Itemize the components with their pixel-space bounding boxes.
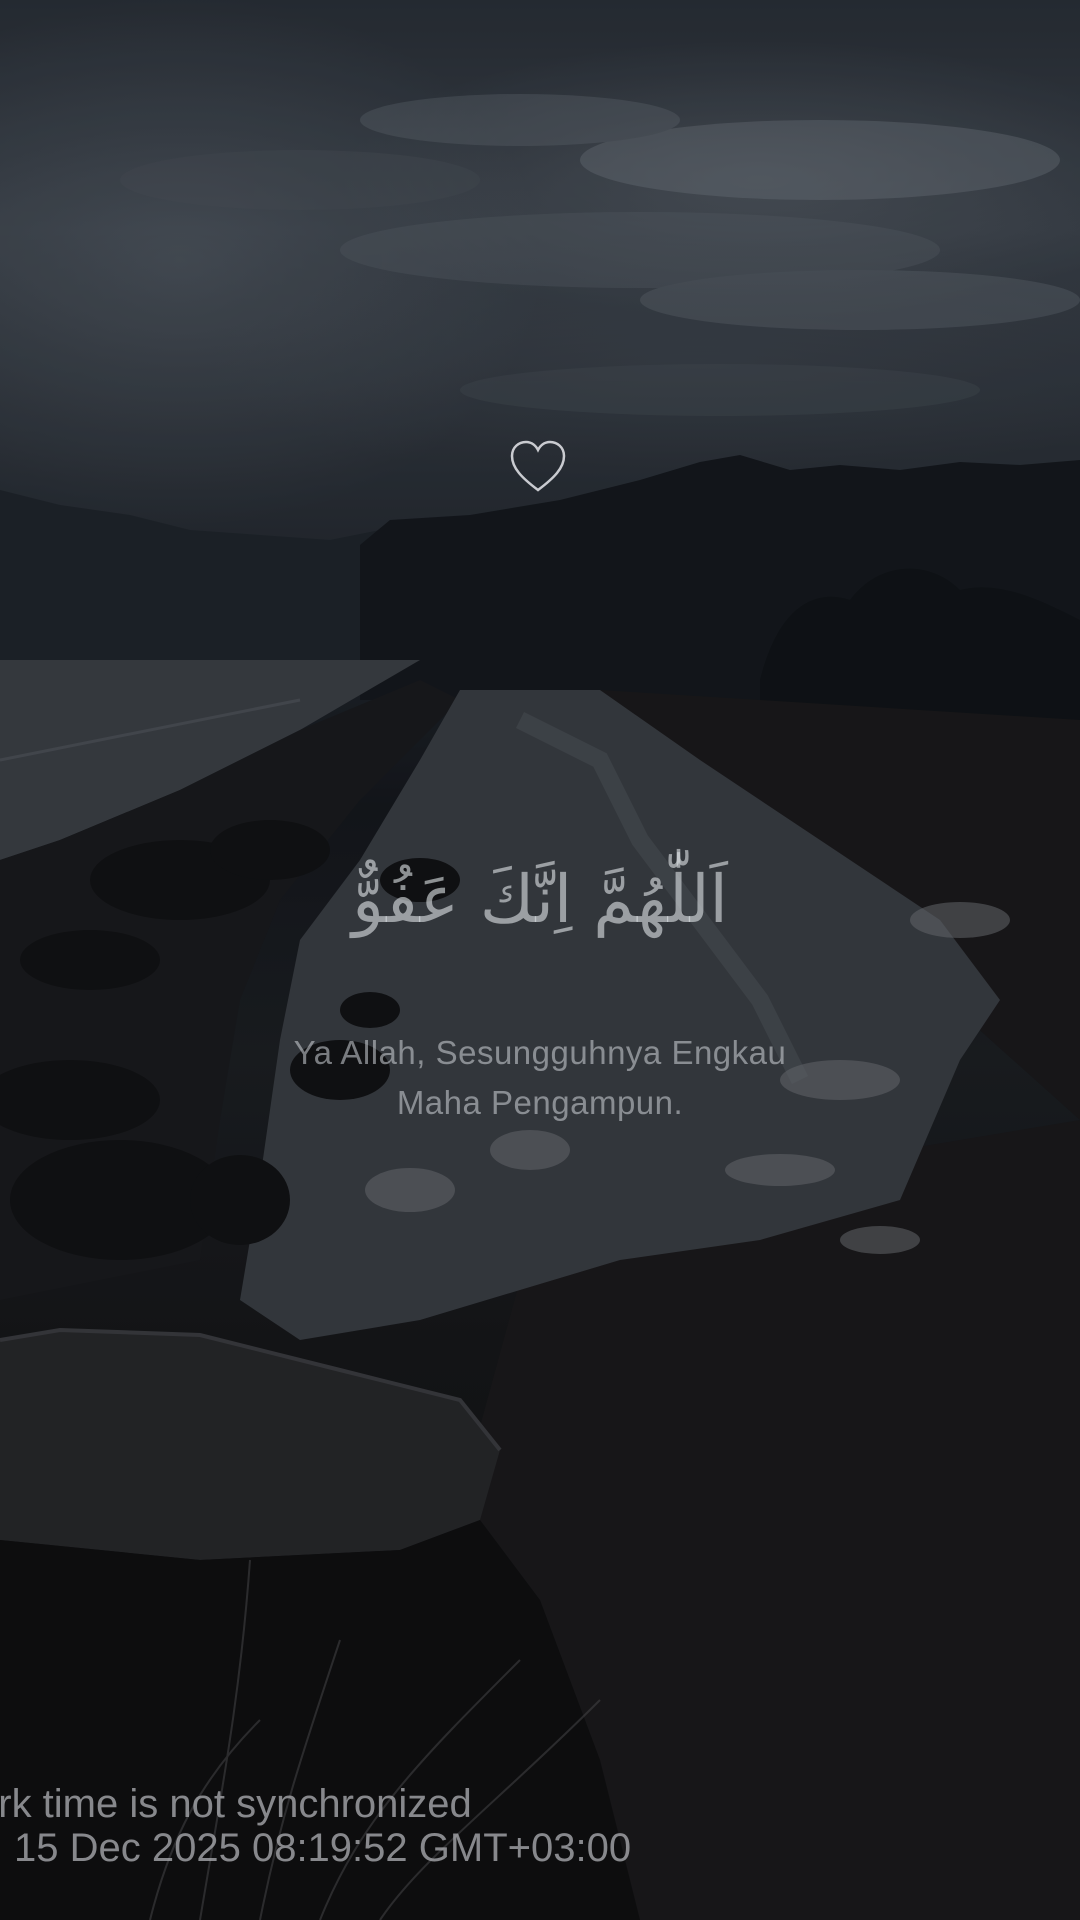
watermark-line-1: ork time is not synchronized <box>0 1782 472 1826</box>
translation-line-1: Ya Allah, Sesungguhnya Engkau <box>293 1034 787 1071</box>
watermark-line-2: 15 Dec 2025 08:19:52 GMT+03:00 <box>14 1826 632 1870</box>
dark-overlay <box>0 0 1080 1920</box>
photo-frame: اَللّٰهُمَّ اِنَّكَ عَفُوٌّ Ya Allah, Se… <box>0 0 1080 1920</box>
arabic-prayer-text: اَللّٰهُمَّ اِنَّكَ عَفُوٌّ <box>352 861 728 938</box>
camera-timestamp-watermark: ork time is not synchronized 15 Dec 2025… <box>0 1782 1076 1870</box>
translation-line-2: Maha Pengampun. <box>396 1083 684 1121</box>
prayer-translation: Ya Allah, Sesungguhnya Engkau Maha Penga… <box>160 1028 920 1127</box>
heart-outline-icon <box>510 440 566 492</box>
